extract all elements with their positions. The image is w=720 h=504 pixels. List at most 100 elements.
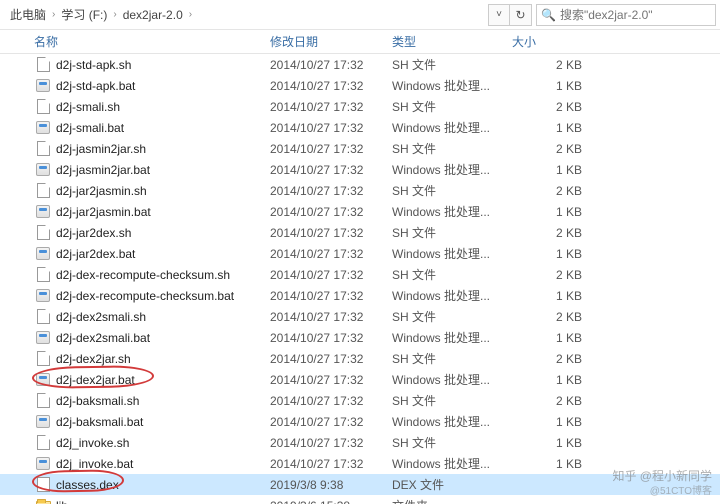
file-type: SH 文件 (392, 266, 512, 283)
file-type: Windows 批处理... (392, 245, 512, 262)
file-row[interactable]: d2j-dex2smali.sh2014/10/27 17:32SH 文件2 K… (0, 306, 720, 327)
file-row[interactable]: d2j-std-apk.bat2014/10/27 17:32Windows 批… (0, 75, 720, 96)
file-bat-icon (34, 456, 52, 472)
file-sh-icon (34, 57, 52, 73)
column-name[interactable]: 名称 (34, 33, 270, 50)
file-row[interactable]: d2j-baksmali.sh2014/10/27 17:32SH 文件2 KB (0, 390, 720, 411)
file-type: SH 文件 (392, 434, 512, 451)
file-name: d2j-jar2jasmin.sh (56, 184, 270, 198)
file-name: d2j-dex2smali.bat (56, 331, 270, 345)
file-row[interactable]: d2j-jasmin2jar.bat2014/10/27 17:32Window… (0, 159, 720, 180)
file-size: 2 KB (512, 268, 592, 282)
file-name: d2j-dex-recompute-checksum.sh (56, 268, 270, 282)
file-size: 2 KB (512, 184, 592, 198)
refresh-button[interactable]: ↻ (510, 4, 532, 26)
file-row[interactable]: d2j-jasmin2jar.sh2014/10/27 17:32SH 文件2 … (0, 138, 720, 159)
file-type: Windows 批处理... (392, 119, 512, 136)
file-size: 1 KB (512, 247, 592, 261)
file-name: d2j-baksmali.sh (56, 394, 270, 408)
file-bat-icon (34, 330, 52, 346)
file-type: SH 文件 (392, 392, 512, 409)
file-row[interactable]: classes.dex2019/3/8 9:38DEX 文件 (0, 474, 720, 495)
file-row[interactable]: d2j-smali.bat2014/10/27 17:32Windows 批处理… (0, 117, 720, 138)
file-row[interactable]: d2j-jar2jasmin.sh2014/10/27 17:32SH 文件2 … (0, 180, 720, 201)
file-date: 2019/3/6 15:38 (270, 499, 392, 504)
file-size: 2 KB (512, 142, 592, 156)
file-bat-icon (34, 414, 52, 430)
file-row[interactable]: lib2019/3/6 15:38文件夹 (0, 495, 720, 504)
chevron-down-icon: ˅ (496, 9, 502, 20)
file-type: Windows 批处理... (392, 287, 512, 304)
file-bat-icon (34, 246, 52, 262)
file-sh-icon (34, 267, 52, 283)
file-size: 2 KB (512, 100, 592, 114)
file-row[interactable]: d2j-dex2jar.sh2014/10/27 17:32SH 文件2 KB (0, 348, 720, 369)
column-type[interactable]: 类型 (392, 33, 512, 50)
file-sh-icon (34, 393, 52, 409)
file-type: Windows 批处理... (392, 329, 512, 346)
file-size: 1 KB (512, 436, 592, 450)
column-size[interactable]: 大小 (512, 33, 612, 50)
file-date: 2014/10/27 17:32 (270, 268, 392, 282)
file-date: 2014/10/27 17:32 (270, 142, 392, 156)
breadcrumb-seg-1[interactable]: 学习 (F:) (61, 6, 107, 23)
file-name: d2j-std-apk.sh (56, 58, 270, 72)
file-date: 2014/10/27 17:32 (270, 226, 392, 240)
file-row[interactable]: d2j-smali.sh2014/10/27 17:32SH 文件2 KB (0, 96, 720, 117)
file-date: 2014/10/27 17:32 (270, 247, 392, 261)
breadcrumb-seg-0[interactable]: 此电脑 (10, 6, 46, 23)
file-name: d2j-baksmali.bat (56, 415, 270, 429)
history-dropdown-button[interactable]: ˅ (488, 4, 510, 26)
file-date: 2014/10/27 17:32 (270, 373, 392, 387)
file-size: 1 KB (512, 163, 592, 177)
file-size: 2 KB (512, 394, 592, 408)
file-name: classes.dex (56, 478, 270, 492)
file-bat-icon (34, 372, 52, 388)
file-name: d2j-jar2dex.sh (56, 226, 270, 240)
file-date: 2014/10/27 17:32 (270, 163, 392, 177)
file-row[interactable]: d2j-jar2dex.sh2014/10/27 17:32SH 文件2 KB (0, 222, 720, 243)
file-row[interactable]: d2j-dex2jar.bat2014/10/27 17:32Windows 批… (0, 369, 720, 390)
file-type: 文件夹 (392, 497, 512, 504)
file-row[interactable]: d2j_invoke.sh2014/10/27 17:32SH 文件1 KB (0, 432, 720, 453)
file-date: 2014/10/27 17:32 (270, 331, 392, 345)
file-date: 2014/10/27 17:32 (270, 415, 392, 429)
file-name: d2j-jasmin2jar.bat (56, 163, 270, 177)
file-row[interactable]: d2j-baksmali.bat2014/10/27 17:32Windows … (0, 411, 720, 432)
file-name: d2j_invoke.sh (56, 436, 270, 450)
file-name: d2j-jasmin2jar.sh (56, 142, 270, 156)
column-date[interactable]: 修改日期 (270, 33, 392, 50)
file-name: d2j-smali.sh (56, 100, 270, 114)
file-type: SH 文件 (392, 140, 512, 157)
file-type: SH 文件 (392, 224, 512, 241)
file-sh-icon (34, 225, 52, 241)
file-row[interactable]: d2j-jar2dex.bat2014/10/27 17:32Windows 批… (0, 243, 720, 264)
file-type: Windows 批处理... (392, 77, 512, 94)
search-box[interactable]: 🔍 (536, 4, 716, 26)
file-row[interactable]: d2j-dex-recompute-checksum.sh2014/10/27 … (0, 264, 720, 285)
search-icon: 🔍 (541, 8, 556, 22)
file-row[interactable]: d2j-jar2jasmin.bat2014/10/27 17:32Window… (0, 201, 720, 222)
file-name: d2j-dex2jar.bat (56, 373, 270, 387)
search-input[interactable] (560, 8, 715, 22)
breadcrumb[interactable]: 此电脑 › 学习 (F:) › dex2jar-2.0 › (4, 4, 484, 26)
file-sh-icon (34, 141, 52, 157)
file-row[interactable]: d2j_invoke.bat2014/10/27 17:32Windows 批处… (0, 453, 720, 474)
breadcrumb-seg-2[interactable]: dex2jar-2.0 (123, 8, 183, 22)
file-size: 2 KB (512, 226, 592, 240)
file-row[interactable]: d2j-dex2smali.bat2014/10/27 17:32Windows… (0, 327, 720, 348)
file-name: d2j-jar2jasmin.bat (56, 205, 270, 219)
file-size: 2 KB (512, 352, 592, 366)
file-size: 1 KB (512, 415, 592, 429)
file-row[interactable]: d2j-dex-recompute-checksum.bat2014/10/27… (0, 285, 720, 306)
file-date: 2014/10/27 17:32 (270, 436, 392, 450)
file-list[interactable]: d2j-std-apk.sh2014/10/27 17:32SH 文件2 KBd… (0, 54, 720, 504)
file-sh-icon (34, 183, 52, 199)
file-date: 2014/10/27 17:32 (270, 121, 392, 135)
file-size: 1 KB (512, 373, 592, 387)
file-size: 1 KB (512, 121, 592, 135)
file-name: d2j-dex2jar.sh (56, 352, 270, 366)
file-row[interactable]: d2j-std-apk.sh2014/10/27 17:32SH 文件2 KB (0, 54, 720, 75)
file-name: d2j-std-apk.bat (56, 79, 270, 93)
file-type: DEX 文件 (392, 476, 512, 493)
